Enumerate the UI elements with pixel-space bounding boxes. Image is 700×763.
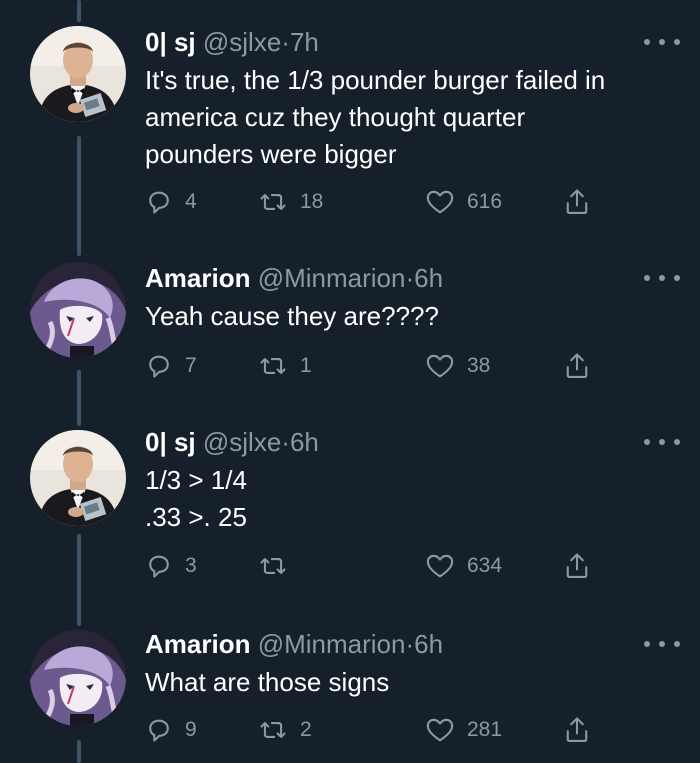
separator-dot: ·	[281, 27, 290, 57]
tweet-text-line: Yeah cause they are????	[145, 301, 439, 331]
retweet-button[interactable]	[258, 550, 300, 582]
tweet-text-line: .33 >. 25	[145, 502, 247, 532]
tweet-time[interactable]: 7h	[290, 27, 319, 57]
tweet-header: Amarion @Minmarion·6h	[145, 628, 443, 660]
more-horizontal-icon[interactable]	[644, 432, 680, 452]
heart-icon	[426, 190, 454, 214]
share-button[interactable]	[563, 350, 591, 382]
tweet-text: 1/3 > 1/4 .33 >. 25	[145, 462, 675, 536]
reply-bubble-icon	[149, 355, 169, 378]
share-upload-icon	[566, 717, 588, 742]
tweet[interactable]: Amarion @Minmarion·6h Yeah cause they ar…	[0, 262, 700, 382]
avatar[interactable]	[30, 26, 126, 122]
tweet-text: What are those signs	[145, 664, 675, 701]
retweet-icon	[260, 194, 286, 210]
tweet-text: Yeah cause they are????	[145, 298, 675, 335]
heart-icon	[426, 554, 454, 578]
author-handle[interactable]: @Minmarion	[258, 629, 406, 659]
more-horizontal-icon[interactable]	[644, 634, 680, 654]
reply-bubble-icon	[149, 555, 169, 578]
retweet-icon	[260, 558, 286, 574]
tweet[interactable]: Amarion @Minmarion·6h What are those sig…	[0, 628, 700, 748]
tweet-actions: 7 1 38	[145, 350, 605, 382]
tweet[interactable]: 0| sj @sjlxe·7h It's true, the 1/3 pound…	[0, 26, 700, 226]
tweet-time[interactable]: 6h	[414, 263, 443, 293]
avatar[interactable]	[30, 630, 126, 726]
reply-count: 7	[185, 354, 197, 377]
reply-button[interactable]: 7	[145, 350, 197, 382]
tweet-text: It's true, the 1/3 pounder burger failed…	[145, 62, 675, 173]
share-button[interactable]	[563, 714, 591, 746]
share-upload-icon	[566, 353, 588, 378]
retweet-icon	[260, 358, 286, 374]
like-count: 616	[467, 190, 503, 213]
separator-dot: ·	[405, 629, 415, 659]
heart-icon	[426, 354, 454, 378]
separator-dot: ·	[281, 427, 290, 457]
like-button[interactable]: 38	[425, 350, 490, 382]
share-upload-icon	[566, 189, 588, 214]
heart-icon	[426, 718, 454, 742]
like-button[interactable]: 281	[425, 714, 502, 746]
more-horizontal-icon[interactable]	[644, 268, 680, 288]
tweet-header: 0| sj @sjlxe·6h	[145, 426, 319, 458]
more-horizontal-icon[interactable]	[644, 32, 680, 52]
tweet-header: 0| sj @sjlxe·7h	[145, 26, 319, 58]
reply-bubble-icon	[149, 191, 169, 214]
person-in-tuxedo-avatar	[30, 26, 126, 122]
retweet-icon	[260, 722, 286, 738]
tweet-header: Amarion @Minmarion·6h	[145, 262, 443, 294]
retweet-button[interactable]: 1	[258, 350, 312, 382]
author-handle[interactable]: @sjlxe	[203, 27, 281, 57]
person-in-tuxedo-avatar	[30, 430, 126, 526]
reply-button[interactable]: 3	[145, 550, 197, 582]
thread-line	[77, 0, 81, 22]
reply-count: 9	[185, 718, 197, 741]
author-name[interactable]: 0| sj	[145, 427, 196, 457]
retweet-count: 2	[300, 718, 312, 741]
like-button[interactable]: 634	[425, 550, 502, 582]
author-handle[interactable]: @sjlxe	[203, 427, 281, 457]
like-button[interactable]: 616	[425, 186, 502, 218]
reply-bubble-icon	[149, 719, 169, 742]
tweet-actions: 9 2 281	[145, 714, 605, 746]
share-upload-icon	[566, 553, 588, 578]
like-count: 38	[467, 354, 491, 377]
tweet-actions: 4 18 616	[145, 186, 605, 218]
separator-dot: ·	[405, 263, 415, 293]
tweet-text-line: pounders were bigger	[145, 139, 397, 169]
author-name[interactable]: 0| sj	[145, 27, 196, 57]
tweet[interactable]: 0| sj @sjlxe·6h 1/3 > 1/4 .33 >. 25 3 63…	[0, 426, 700, 586]
tweet-text-line: It's true, the 1/3 pounder burger failed…	[145, 65, 606, 95]
tweet-text-line: 1/3 > 1/4	[145, 465, 247, 495]
avatar[interactable]	[30, 430, 126, 526]
retweet-count: 1	[300, 354, 312, 377]
reply-count: 3	[185, 554, 197, 577]
share-button[interactable]	[563, 550, 591, 582]
author-name[interactable]: Amarion	[145, 263, 250, 293]
reply-count: 4	[185, 190, 197, 213]
retweet-button[interactable]: 18	[258, 186, 323, 218]
author-handle[interactable]: @Minmarion	[258, 263, 406, 293]
like-count: 281	[467, 718, 503, 741]
tweet-actions: 3 634	[145, 550, 605, 582]
retweet-button[interactable]: 2	[258, 714, 312, 746]
reply-button[interactable]: 9	[145, 714, 197, 746]
tweet-text-line: america cuz they thought quarter	[145, 102, 526, 132]
share-button[interactable]	[563, 186, 591, 218]
reply-button[interactable]: 4	[145, 186, 197, 218]
avatar[interactable]	[30, 262, 126, 358]
retweet-count: 18	[300, 190, 324, 213]
tweet-text-line: What are those signs	[145, 667, 390, 697]
author-name[interactable]: Amarion	[145, 629, 250, 659]
anime-character-avatar	[30, 630, 126, 726]
tweet-time[interactable]: 6h	[414, 629, 443, 659]
anime-character-avatar	[30, 262, 126, 358]
like-count: 634	[467, 554, 503, 577]
tweet-thread: 0| sj @sjlxe·7h It's true, the 1/3 pound…	[0, 0, 700, 763]
tweet-time[interactable]: 6h	[290, 427, 319, 457]
